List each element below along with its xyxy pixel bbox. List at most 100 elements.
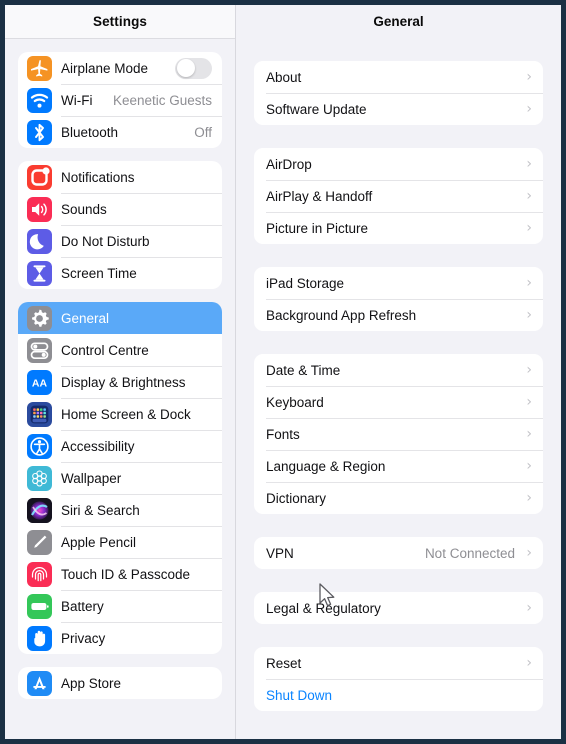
- detail-row-about[interactable]: About ›: [254, 61, 543, 93]
- detail-row-airdrop[interactable]: AirDrop ›: [254, 148, 543, 180]
- detail-group: Legal & Regulatory ›: [254, 592, 543, 624]
- airplane-mode-toggle[interactable]: [175, 57, 212, 79]
- sidebar-group: General Control Centre AA Display & Brightn…: [18, 302, 222, 654]
- detail-row-reset[interactable]: Reset ›: [254, 647, 543, 679]
- sidebar-title: Settings: [5, 5, 235, 38]
- detail-row-fonts[interactable]: Fonts ›: [254, 418, 543, 450]
- detail-row-label: AirDrop: [266, 156, 312, 172]
- sidebar-item-label: Accessibility: [61, 438, 135, 454]
- sidebar-item-label: Airplane Mode: [61, 60, 149, 76]
- detail-row-date-time[interactable]: Date & Time ›: [254, 354, 543, 386]
- sidebar-item-touch-id-passcode[interactable]: Touch ID & Passcode: [18, 558, 222, 590]
- sidebar-item-home-screen-dock[interactable]: Home Screen & Dock: [18, 398, 222, 430]
- chevron-right-icon: ›: [526, 220, 532, 236]
- sidebar-item-display-brightness[interactable]: AA Display & Brightness: [18, 366, 222, 398]
- detail-row-label: Language & Region: [266, 458, 386, 474]
- sidebar-item-value: Keenetic Guests: [112, 92, 212, 108]
- gear-icon: [27, 305, 52, 331]
- detail-row-keyboard[interactable]: Keyboard ›: [254, 386, 543, 418]
- detail-row-legal-regulatory[interactable]: Legal & Regulatory ›: [254, 592, 543, 624]
- sidebar-item-notifications[interactable]: Notifications: [18, 161, 222, 193]
- sidebar-item-control-centre[interactable]: Control Centre: [18, 334, 222, 366]
- sidebar-item-airplane-mode[interactable]: Airplane Mode: [18, 52, 222, 84]
- detail-row-background-app-refresh[interactable]: Background App Refresh ›: [254, 299, 543, 331]
- detail-row-label: Reset: [266, 655, 302, 671]
- control-centre-icon: [27, 337, 52, 363]
- chevron-right-icon: ›: [526, 655, 532, 671]
- sidebar-item-label: Notifications: [61, 169, 135, 185]
- chevron-right-icon: ›: [526, 394, 532, 410]
- sidebar-item-label: Control Centre: [61, 342, 149, 358]
- detail-row-label: Fonts: [266, 426, 300, 442]
- detail-row-label: AirPlay & Handoff: [266, 188, 373, 204]
- wifi-icon: [27, 87, 52, 113]
- sidebar-item-privacy[interactable]: Privacy: [18, 622, 222, 654]
- sidebar-item-label: App Store: [61, 675, 122, 691]
- chevron-right-icon: ›: [526, 156, 532, 172]
- sidebar-item-label: Wallpaper: [61, 470, 122, 486]
- wallpaper-icon: [27, 465, 52, 491]
- notifications-icon: [27, 164, 52, 190]
- sidebar-item-wallpaper[interactable]: Wallpaper: [18, 462, 222, 494]
- sidebar-item-label: General: [61, 310, 110, 326]
- moon-icon: [27, 228, 52, 254]
- sidebar-item-label: Siri & Search: [61, 502, 140, 518]
- accessibility-icon: [27, 433, 52, 459]
- detail-row-picture-in-picture[interactable]: Picture in Picture ›: [254, 212, 543, 244]
- sidebar-item-label: Touch ID & Passcode: [61, 566, 191, 582]
- detail-row-label: Software Update: [266, 101, 367, 117]
- detail-row-language-region[interactable]: Language & Region ›: [254, 450, 543, 482]
- sidebar-item-sounds[interactable]: Sounds: [18, 193, 222, 225]
- detail-title: General: [236, 5, 561, 38]
- sidebar-item-label: Do Not Disturb: [61, 233, 150, 249]
- detail-row-ipad-storage[interactable]: iPad Storage ›: [254, 267, 543, 299]
- sidebar-item-value: Off: [194, 124, 212, 140]
- chevron-right-icon: ›: [526, 275, 532, 291]
- sidebar-item-bluetooth[interactable]: Bluetooth Off: [18, 116, 222, 148]
- battery-icon: [27, 593, 52, 619]
- detail-row-value: Not Connected: [424, 545, 515, 561]
- detail-group: Reset › Shut Down: [254, 647, 543, 711]
- privacy-hand-icon: [27, 625, 52, 651]
- sidebar-group: Notifications Sounds Do Not Disturb Screen …: [18, 161, 222, 289]
- sidebar-item-label: Privacy: [61, 630, 106, 646]
- apple-pencil-icon: [27, 529, 52, 555]
- sidebar-item-label: Wi-Fi: [61, 92, 93, 108]
- sidebar-item-label: Bluetooth: [61, 124, 119, 140]
- sidebar-item-wi-fi[interactable]: Wi-Fi Keenetic Guests: [18, 84, 222, 116]
- chevron-right-icon: ›: [526, 600, 532, 616]
- sidebar-group: Airplane Mode Wi-Fi Keenetic Guests Bluetoo…: [18, 52, 222, 148]
- detail-row-vpn[interactable]: VPN Not Connected ›: [254, 537, 543, 569]
- sidebar-item-siri-search[interactable]: Siri & Search: [18, 494, 222, 526]
- chevron-right-icon: ›: [526, 307, 532, 323]
- sidebar-item-battery[interactable]: Battery: [18, 590, 222, 622]
- sidebar-item-app-store[interactable]: App Store: [18, 667, 222, 699]
- detail-scroll-area[interactable]: About › Software Update › AirDrop › AirPlay & …: [236, 38, 561, 739]
- detail-group: iPad Storage › Background App Refresh ›: [254, 267, 543, 331]
- detail-row-dictionary[interactable]: Dictionary ›: [254, 482, 543, 514]
- sidebar-item-label: Apple Pencil: [61, 534, 137, 550]
- sidebar-item-apple-pencil[interactable]: Apple Pencil: [18, 526, 222, 558]
- touch-id-icon: [27, 561, 52, 587]
- detail-group: AirDrop › AirPlay & Handoff › Picture in Pic…: [254, 148, 543, 244]
- sidebar-item-label: Display & Brightness: [61, 374, 186, 390]
- sidebar-item-screen-time[interactable]: Screen Time: [18, 257, 222, 289]
- display-brightness-icon: AA: [27, 369, 52, 395]
- sidebar-item-label: Home Screen & Dock: [61, 406, 191, 422]
- sidebar-item-do-not-disturb[interactable]: Do Not Disturb: [18, 225, 222, 257]
- settings-sidebar: Settings Airplane Mode Wi-Fi Keenetic Gues…: [5, 5, 236, 739]
- hourglass-icon: [27, 260, 52, 286]
- chevron-right-icon: ›: [526, 545, 532, 561]
- sounds-icon: [27, 196, 52, 222]
- siri-icon: [27, 497, 52, 523]
- detail-row-airplay-handoff[interactable]: AirPlay & Handoff ›: [254, 180, 543, 212]
- detail-row-label: Date & Time: [266, 362, 341, 378]
- sidebar-item-general[interactable]: General: [18, 302, 222, 334]
- detail-row-shut-down[interactable]: Shut Down: [254, 679, 543, 711]
- app-store-icon: [27, 670, 52, 696]
- detail-row-software-update[interactable]: Software Update ›: [254, 93, 543, 125]
- sidebar-item-accessibility[interactable]: Accessibility: [18, 430, 222, 462]
- ipad-settings-window: Settings Airplane Mode Wi-Fi Keenetic Gues…: [0, 0, 566, 744]
- detail-row-label: Legal & Regulatory: [266, 600, 381, 616]
- sidebar-scroll-area[interactable]: Airplane Mode Wi-Fi Keenetic Guests Bluetoo…: [5, 38, 235, 739]
